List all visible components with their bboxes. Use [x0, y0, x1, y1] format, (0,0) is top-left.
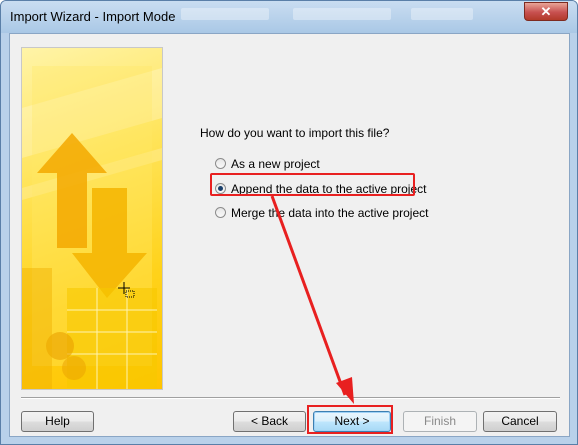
help-button[interactable]: Help	[21, 411, 94, 432]
cancel-button[interactable]: Cancel	[483, 411, 557, 432]
background-tab-ghost	[181, 8, 269, 20]
banner-graphic	[22, 66, 162, 389]
wizard-body: How do you want to import this file? As …	[9, 33, 570, 437]
annotation-highlight-next	[307, 405, 393, 434]
close-button[interactable]: ✕	[524, 2, 568, 21]
window-title: Import Wizard - Import Mode	[10, 9, 176, 24]
annotation-highlight-append	[210, 173, 415, 196]
option-label: As a new project	[231, 157, 320, 171]
background-tab-ghost	[293, 8, 391, 20]
footer-divider	[21, 397, 560, 399]
wizard-banner-image	[21, 47, 163, 390]
close-icon: ✕	[540, 4, 552, 19]
radio-merge-data[interactable]	[215, 207, 226, 218]
finish-button: Finish	[403, 411, 477, 432]
import-question: How do you want to import this file?	[200, 126, 390, 140]
back-button[interactable]: < Back	[233, 411, 306, 432]
radio-new-project[interactable]	[215, 158, 226, 169]
background-tab-ghost	[411, 8, 473, 20]
option-label: Merge the data into the active project	[231, 206, 429, 220]
title-bar[interactable]: Import Wizard - Import Mode ✕	[1, 1, 577, 33]
import-wizard-window: Import Wizard - Import Mode ✕ How do you…	[0, 0, 578, 445]
